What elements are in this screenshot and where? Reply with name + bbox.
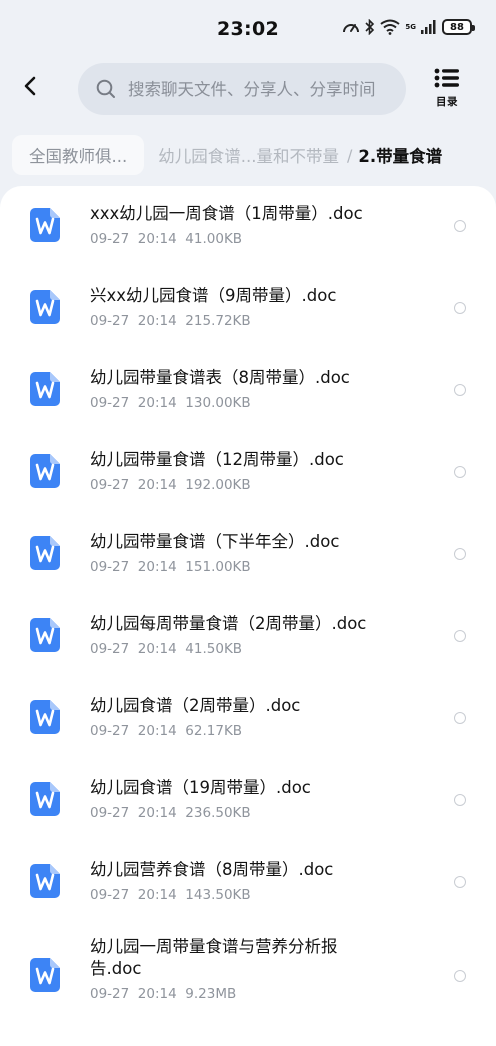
network-type: 5G: [405, 22, 416, 31]
bluetooth-icon: [365, 19, 375, 35]
file-item[interactable]: 幼儿园营养食谱（8周带量）.doc 09-27 20:14 143.50KB: [0, 842, 496, 924]
header: 目录: [0, 58, 496, 118]
word-doc-icon: [30, 290, 60, 324]
file-name: 幼儿园食谱（2周带量）.doc: [90, 696, 301, 715]
battery-icon: 88: [442, 19, 475, 35]
file-item[interactable]: 幼儿园每周带量食谱（2周带量）.doc 09-27 20:14 41.50KB: [0, 596, 496, 678]
search-input[interactable]: [128, 79, 406, 99]
file-item[interactable]: 兴xx幼儿园食谱（9周带量）.doc 09-27 20:14 215.72KB: [0, 268, 496, 350]
breadcrumb-item-root[interactable]: 全国教师俱...: [12, 135, 145, 175]
word-doc-icon: [30, 454, 60, 488]
search-box[interactable]: [78, 63, 406, 115]
select-radio[interactable]: [454, 970, 466, 982]
file-name: 幼儿园带量食谱（12周带量）.doc: [90, 450, 344, 469]
word-doc-icon: [30, 700, 60, 734]
word-doc-icon: [30, 864, 60, 898]
file-meta: 09-27 20:14 41.50KB: [90, 641, 243, 657]
speed-icon: [342, 19, 360, 35]
file-name: 幼儿园食谱（19周带量）.doc: [90, 778, 311, 797]
select-radio[interactable]: [454, 630, 466, 642]
breadcrumb-item-current: 2.带量食谱: [358, 147, 443, 166]
word-doc-icon: [30, 536, 60, 570]
file-meta: 09-27 20:14 192.00KB: [90, 477, 251, 493]
battery-level: 88: [450, 21, 464, 33]
file-meta: 09-27 20:14 62.17KB: [90, 723, 243, 739]
select-radio[interactable]: [454, 876, 466, 888]
search-icon: [96, 79, 116, 99]
list-icon: [434, 68, 460, 92]
file-meta: 09-27 20:14 215.72KB: [90, 313, 251, 329]
breadcrumb-separator: /: [347, 145, 353, 165]
file-name: 幼儿园每周带量食谱（2周带量）.doc: [90, 614, 367, 633]
catalog-button[interactable]: 目录: [430, 68, 464, 112]
file-meta: 09-27 20:14 9.23MB: [90, 986, 237, 1002]
file-name: 幼儿园带量食谱（下半年全）.doc: [90, 532, 340, 551]
file-name: 幼儿园一周带量食谱与营养分析报告.doc: [90, 937, 338, 978]
file-item[interactable]: 幼儿园食谱（19周带量）.doc 09-27 20:14 236.50KB: [0, 760, 496, 842]
file-meta: 09-27 20:14 151.00KB: [90, 559, 251, 575]
chevron-left-icon: [22, 75, 38, 101]
file-meta: 09-27 20:14 143.50KB: [90, 887, 251, 903]
file-meta: 09-27 20:14 130.00KB: [90, 395, 251, 411]
word-doc-icon: [30, 618, 60, 652]
select-radio[interactable]: [454, 220, 466, 232]
file-name: 兴xx幼儿园食谱（9周带量）.doc: [90, 286, 337, 305]
file-meta: 09-27 20:14 41.00KB: [90, 231, 243, 247]
file-item[interactable]: 幼儿园带量食谱表（8周带量）.doc 09-27 20:14 130.00KB: [0, 350, 496, 432]
word-doc-icon: [30, 372, 60, 406]
file-name: xxx幼儿园一周食谱（1周带量）.doc: [90, 204, 363, 223]
word-doc-icon: [30, 208, 60, 242]
select-radio[interactable]: [454, 466, 466, 478]
signal-icon: [421, 20, 437, 34]
status-icons: 5G 88: [342, 19, 475, 35]
file-item[interactable]: 幼儿园带量食谱（下半年全）.doc 09-27 20:14 151.00KB: [0, 514, 496, 596]
breadcrumb: 全国教师俱... 幼儿园食谱...量和不带量 / 2.带量食谱: [0, 132, 496, 178]
back-button[interactable]: [14, 72, 46, 104]
file-item[interactable]: xxx幼儿园一周食谱（1周带量）.doc 09-27 20:14 41.00KB: [0, 186, 496, 268]
select-radio[interactable]: [454, 384, 466, 396]
select-radio[interactable]: [454, 794, 466, 806]
status-bar: 23:02 5G 88: [0, 0, 496, 56]
word-doc-icon: [30, 782, 60, 816]
file-list: xxx幼儿园一周食谱（1周带量）.doc 09-27 20:14 41.00KB…: [0, 186, 496, 1046]
file-meta: 09-27 20:14 236.50KB: [90, 805, 251, 821]
select-radio[interactable]: [454, 548, 466, 560]
file-item[interactable]: 幼儿园一周带量食谱与营养分析报告.doc 09-27 20:14 9.23MB: [0, 930, 496, 1030]
wifi-icon: [380, 19, 400, 35]
catalog-label: 目录: [436, 96, 458, 108]
file-item[interactable]: 幼儿园食谱（2周带量）.doc 09-27 20:14 62.17KB: [0, 678, 496, 760]
file-item[interactable]: 幼儿园带量食谱（12周带量）.doc 09-27 20:14 192.00KB: [0, 432, 496, 514]
breadcrumb-item-parent[interactable]: 幼儿园食谱...量和不带量: [158, 143, 339, 167]
select-radio[interactable]: [454, 712, 466, 724]
file-name: 幼儿园营养食谱（8周带量）.doc: [90, 860, 334, 879]
file-name: 幼儿园带量食谱表（8周带量）.doc: [90, 368, 350, 387]
select-radio[interactable]: [454, 302, 466, 314]
word-doc-icon: [30, 958, 60, 992]
